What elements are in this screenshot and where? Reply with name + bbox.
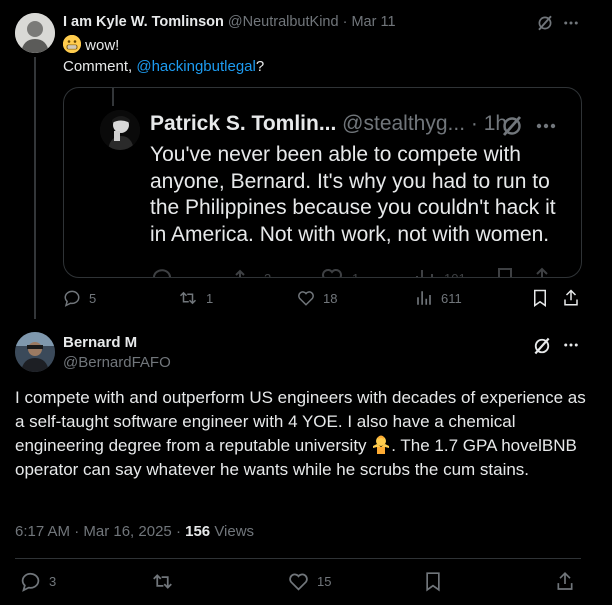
- separator-dot: ·: [342, 14, 348, 30]
- like-count: 15: [317, 574, 332, 589]
- divider: [15, 558, 581, 559]
- count: 2: [264, 270, 272, 278]
- reply-count: 3: [49, 574, 57, 589]
- like-count: 18: [323, 290, 338, 306]
- quote-views-count: 101: [412, 266, 466, 278]
- share-button[interactable]: [555, 571, 575, 592]
- comment-suffix: ?: [255, 58, 265, 75]
- reply-icon: [150, 266, 174, 277]
- quote-card[interactable]: Patrick S. Tomlin... @stealthyg... · 1h …: [63, 87, 582, 278]
- person-shrugging-emoji-icon: [371, 434, 391, 454]
- like-button[interactable]: 18: [297, 289, 337, 307]
- count: 1: [352, 270, 360, 278]
- like-button[interactable]: 15: [288, 571, 331, 592]
- author-name[interactable]: Bernard M: [63, 333, 171, 353]
- tweet2-author: Bernard M @BernardFAFO: [63, 333, 171, 373]
- avatar-patrick[interactable]: [100, 110, 140, 150]
- tweet1-line2: Comment, @hackingbutlegal?: [63, 56, 264, 77]
- mention-link[interactable]: @hackingbutlegal: [136, 58, 255, 75]
- bookmark-icon: [493, 266, 517, 277]
- views-button[interactable]: 611: [415, 289, 462, 307]
- quote-like-count: 1: [320, 266, 360, 278]
- quote-author-handle[interactable]: @stealthyg...: [342, 112, 465, 135]
- repost-button[interactable]: 1: [178, 289, 213, 307]
- quote-thread-line: [112, 88, 114, 106]
- quote-author-name[interactable]: Patrick S. Tomlin...: [150, 112, 336, 135]
- tweet-date[interactable]: Mar 11: [351, 14, 395, 30]
- quote-header: Patrick S. Tomlin... @stealthyg... · 1h: [150, 112, 507, 136]
- tweet-timestamp[interactable]: 6:17 AM · Mar 16, 2025: [15, 523, 172, 540]
- reply-count: 5: [89, 290, 97, 306]
- separator-dot: ·: [175, 523, 181, 540]
- tweet1-body: wow! Comment, @hackingbutlegal?: [63, 35, 264, 77]
- tweet1-header: I am Kyle W. Tomlinson @NeutralbutKind ·…: [63, 14, 396, 30]
- quote-faded-actions: 2 1 101: [150, 264, 560, 278]
- comment-text: Comment,: [63, 58, 133, 75]
- grimacing-emoji-icon: [63, 35, 81, 53]
- avatar-bernard[interactable]: [15, 332, 55, 372]
- quote-more-icon[interactable]: [534, 114, 558, 138]
- author-name[interactable]: I am Kyle W. Tomlinson: [63, 14, 224, 30]
- author-handle[interactable]: @BernardFAFO: [63, 353, 171, 373]
- reply-button[interactable]: 3: [20, 571, 56, 592]
- quote-grok-icon[interactable]: [500, 114, 524, 138]
- separator-dot: ·: [470, 112, 478, 135]
- more-options-icon[interactable]: [562, 336, 580, 354]
- bookmark-button[interactable]: [423, 571, 443, 592]
- grok-icon[interactable]: [532, 336, 552, 356]
- views-count: 611: [441, 290, 462, 306]
- avatar-kyle[interactable]: [15, 13, 55, 53]
- reply-button[interactable]: 5: [63, 289, 96, 307]
- count: 101: [444, 270, 466, 278]
- author-handle[interactable]: @NeutralbutKind: [228, 14, 339, 30]
- share-button[interactable]: [562, 289, 580, 307]
- more-options-icon[interactable]: [562, 14, 580, 32]
- bookmark-button[interactable]: [531, 289, 549, 307]
- tweet2-meta: 6:17 AM · Mar 16, 2025 · 156 Views: [15, 523, 254, 540]
- quote-repost-count: 2: [232, 266, 272, 278]
- tweet2-text: I compete with and outperform US enginee…: [15, 386, 590, 482]
- tweet1-line1: wow!: [63, 35, 264, 56]
- thread-line: [34, 57, 36, 319]
- repost-count: 1: [206, 290, 214, 306]
- views-label: Views: [214, 523, 255, 540]
- views-number: 156: [185, 523, 211, 540]
- grok-icon[interactable]: [536, 14, 554, 32]
- repost-button[interactable]: [151, 571, 174, 592]
- quote-text: You've never been able to compete with a…: [150, 143, 556, 246]
- tweet1-text: wow!: [85, 37, 120, 54]
- share-icon: [530, 266, 554, 277]
